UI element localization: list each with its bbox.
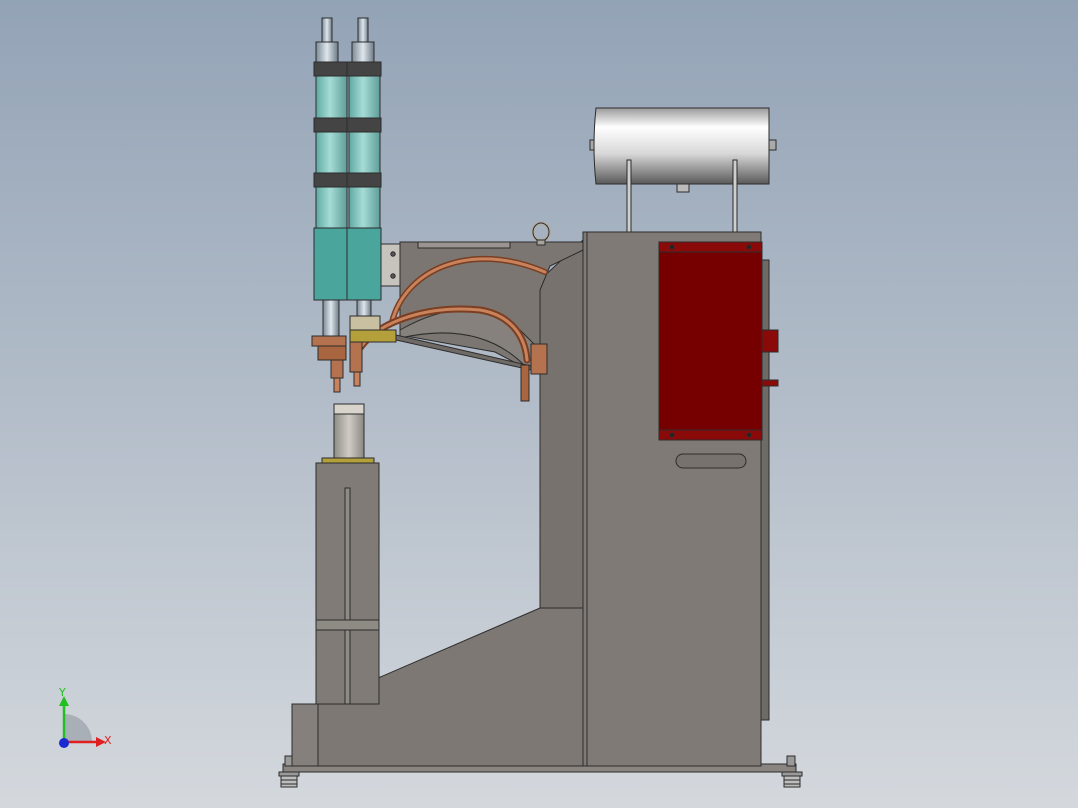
cylinder-mount-bracket — [379, 243, 401, 287]
air-cylinder-left — [313, 17, 349, 341]
air-tank — [589, 107, 777, 233]
lower-electrode — [321, 403, 375, 464]
cad-viewport[interactable]: Y X — [0, 0, 1078, 808]
air-cylinder-right — [346, 17, 382, 319]
spot-welder-model[interactable] — [0, 0, 1078, 808]
x-axis-label: X — [104, 734, 112, 747]
z-axis-dot — [59, 738, 69, 748]
y-axis-label: Y — [58, 686, 66, 699]
electrical-box[interactable] — [658, 241, 779, 441]
leveling-foot-right — [781, 755, 803, 788]
coordinate-triad: Y X — [58, 686, 112, 748]
lower-support-column — [315, 462, 380, 705]
handle-slot — [675, 453, 747, 469]
